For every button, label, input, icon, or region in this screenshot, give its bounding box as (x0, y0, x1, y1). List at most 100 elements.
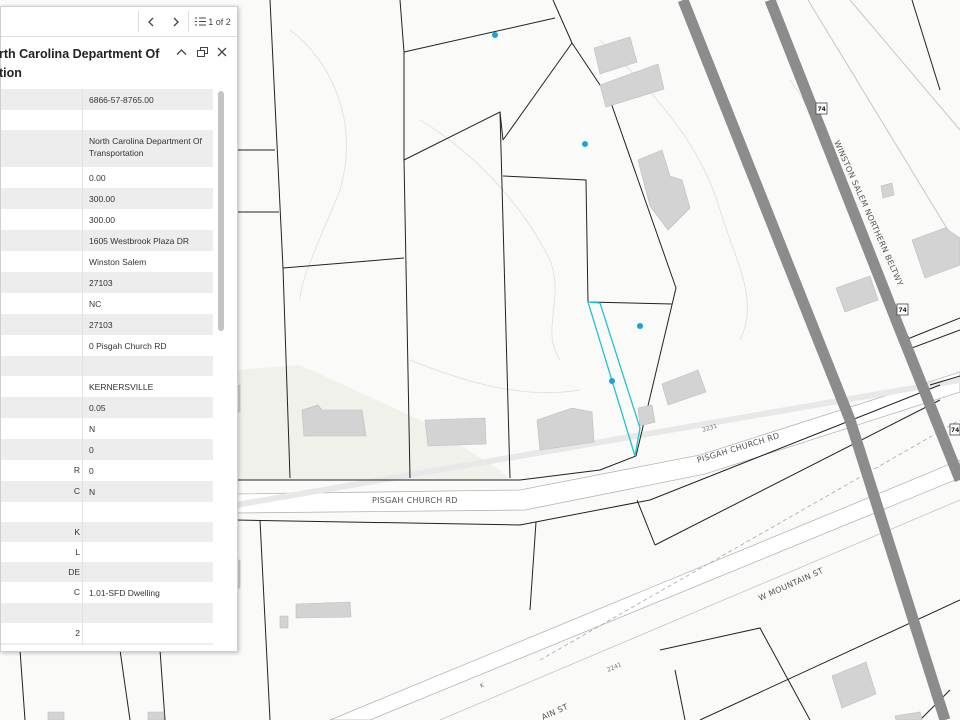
route-shield-74-top: 74 (815, 102, 828, 115)
attribute-row: CN (1, 481, 213, 502)
attribute-value (83, 522, 214, 542)
attribute-key (1, 603, 83, 623)
attribute-row (1, 110, 213, 130)
attribute-key (1, 110, 83, 130)
attribute-key: 2 (1, 623, 83, 643)
road-label-pisgah-church-rd: PISGAH CHURCH RD (372, 496, 458, 505)
attribute-value: 0.00 (89, 173, 106, 183)
attribute-value: 0 (89, 466, 94, 476)
attribute-row: KERNERSVILLE (1, 376, 213, 397)
previous-feature-button[interactable] (138, 7, 164, 36)
collapse-button[interactable] (171, 42, 191, 62)
attribute-row: 0.00 (1, 167, 213, 188)
attribute-row: 1605 Westbrook Plaza DR (1, 230, 213, 251)
attribute-value: 0 Pisgah Church RD (89, 341, 167, 351)
attribute-row: 27103 (1, 314, 213, 335)
next-feature-button[interactable] (163, 7, 189, 36)
close-button[interactable] (212, 42, 232, 62)
attribute-value: 27103 (89, 278, 113, 288)
scrollbar-thumb[interactable] (218, 91, 224, 331)
chevron-up-icon (176, 49, 186, 55)
attribute-value: 27103 (89, 320, 113, 330)
attribute-table-container[interactable]: 6866-57-8765.00 North Carolina Department… (1, 89, 215, 645)
point-feature (582, 141, 588, 147)
attribute-value: KERNERSVILLE (89, 382, 154, 392)
point-feature (609, 378, 615, 384)
attribute-key: K (1, 522, 83, 542)
attribute-key (1, 439, 83, 460)
attribute-row: 27103 (1, 272, 213, 293)
attribute-row: 2 (1, 623, 213, 643)
attribute-value (83, 356, 214, 376)
popup-header: rth Carolina Department Of tion (0, 37, 237, 85)
feature-popup[interactable]: 1 of 2 rth Carolina Department Of tion 6… (0, 6, 238, 652)
attribute-row: 0.05 (1, 397, 213, 418)
dock-button[interactable] (192, 42, 212, 62)
attribute-value: N (89, 424, 96, 434)
attribute-key (1, 314, 83, 335)
popup-toolbar: 1 of 2 (1, 7, 237, 37)
attribute-key (1, 356, 83, 376)
route-shield-74-right: 74 (949, 423, 960, 436)
attribute-key (1, 209, 83, 230)
attribute-key: DE (1, 562, 83, 582)
attribute-value: 300.00 (89, 215, 115, 225)
attribute-key (1, 167, 83, 188)
attribute-value (83, 502, 214, 522)
svg-text:74: 74 (951, 427, 959, 434)
dock-icon (196, 47, 208, 57)
attribute-value (83, 603, 214, 623)
attribute-key (1, 293, 83, 314)
attribute-value: 6866-57-8765.00 (89, 95, 154, 105)
attribute-row: 0 Pisgah Church RD (1, 335, 213, 356)
attribute-row: L (1, 542, 213, 562)
attribute-value: 1.01-SFD Dwelling (89, 588, 160, 598)
attribute-row: 300.00 (1, 209, 213, 230)
attribute-value (83, 623, 214, 643)
attribute-key: L (1, 542, 83, 562)
attribute-key (1, 230, 83, 251)
attribute-key: E (1, 643, 83, 645)
attribute-key (1, 376, 83, 397)
svg-text:74: 74 (818, 106, 826, 113)
attribute-value: 0.05 (89, 403, 106, 413)
attribute-value (83, 562, 214, 582)
popup-scrollbar[interactable] (218, 91, 224, 643)
attribute-value (83, 542, 214, 562)
list-icon (195, 17, 207, 26)
attribute-key (1, 397, 83, 418)
attribute-row: North Carolina Department Of Transportat… (1, 130, 213, 167)
attribute-value: Winston Salem (89, 257, 147, 267)
popup-title: rth Carolina Department Of tion (0, 47, 160, 80)
point-feature (492, 32, 498, 38)
chevron-right-icon (173, 17, 179, 26)
attribute-key (1, 130, 83, 167)
attribute-row: DE (1, 562, 213, 582)
attribute-row: R0 (1, 460, 213, 481)
attribute-value: 0 (89, 445, 94, 455)
attribute-key: C (1, 481, 83, 502)
point-feature (637, 323, 643, 329)
attribute-row: K (1, 522, 213, 542)
attribute-value: North Carolina Department Of Transportat… (89, 136, 202, 158)
attribute-key (1, 89, 83, 110)
svg-text:74: 74 (899, 307, 907, 314)
attribute-value: 300.00 (89, 194, 115, 204)
attribute-key (1, 188, 83, 209)
attribute-value: N (89, 487, 96, 497)
attribute-row: N (1, 418, 213, 439)
close-icon (217, 47, 227, 57)
attribute-row: EAppraised (1, 643, 213, 645)
chevron-left-icon (148, 17, 154, 26)
attribute-row: 300.00 (1, 188, 213, 209)
attribute-value: Appraised (83, 643, 214, 645)
attribute-row (1, 502, 213, 522)
attribute-key (1, 335, 83, 356)
attribute-row: Winston Salem (1, 251, 213, 272)
feature-list-button[interactable]: 1 of 2 (189, 7, 237, 36)
attribute-row (1, 356, 213, 376)
attribute-key (1, 502, 83, 522)
pager-text: 1 of 2 (208, 16, 231, 27)
attribute-row (1, 603, 213, 623)
attribute-key: R (1, 460, 83, 481)
